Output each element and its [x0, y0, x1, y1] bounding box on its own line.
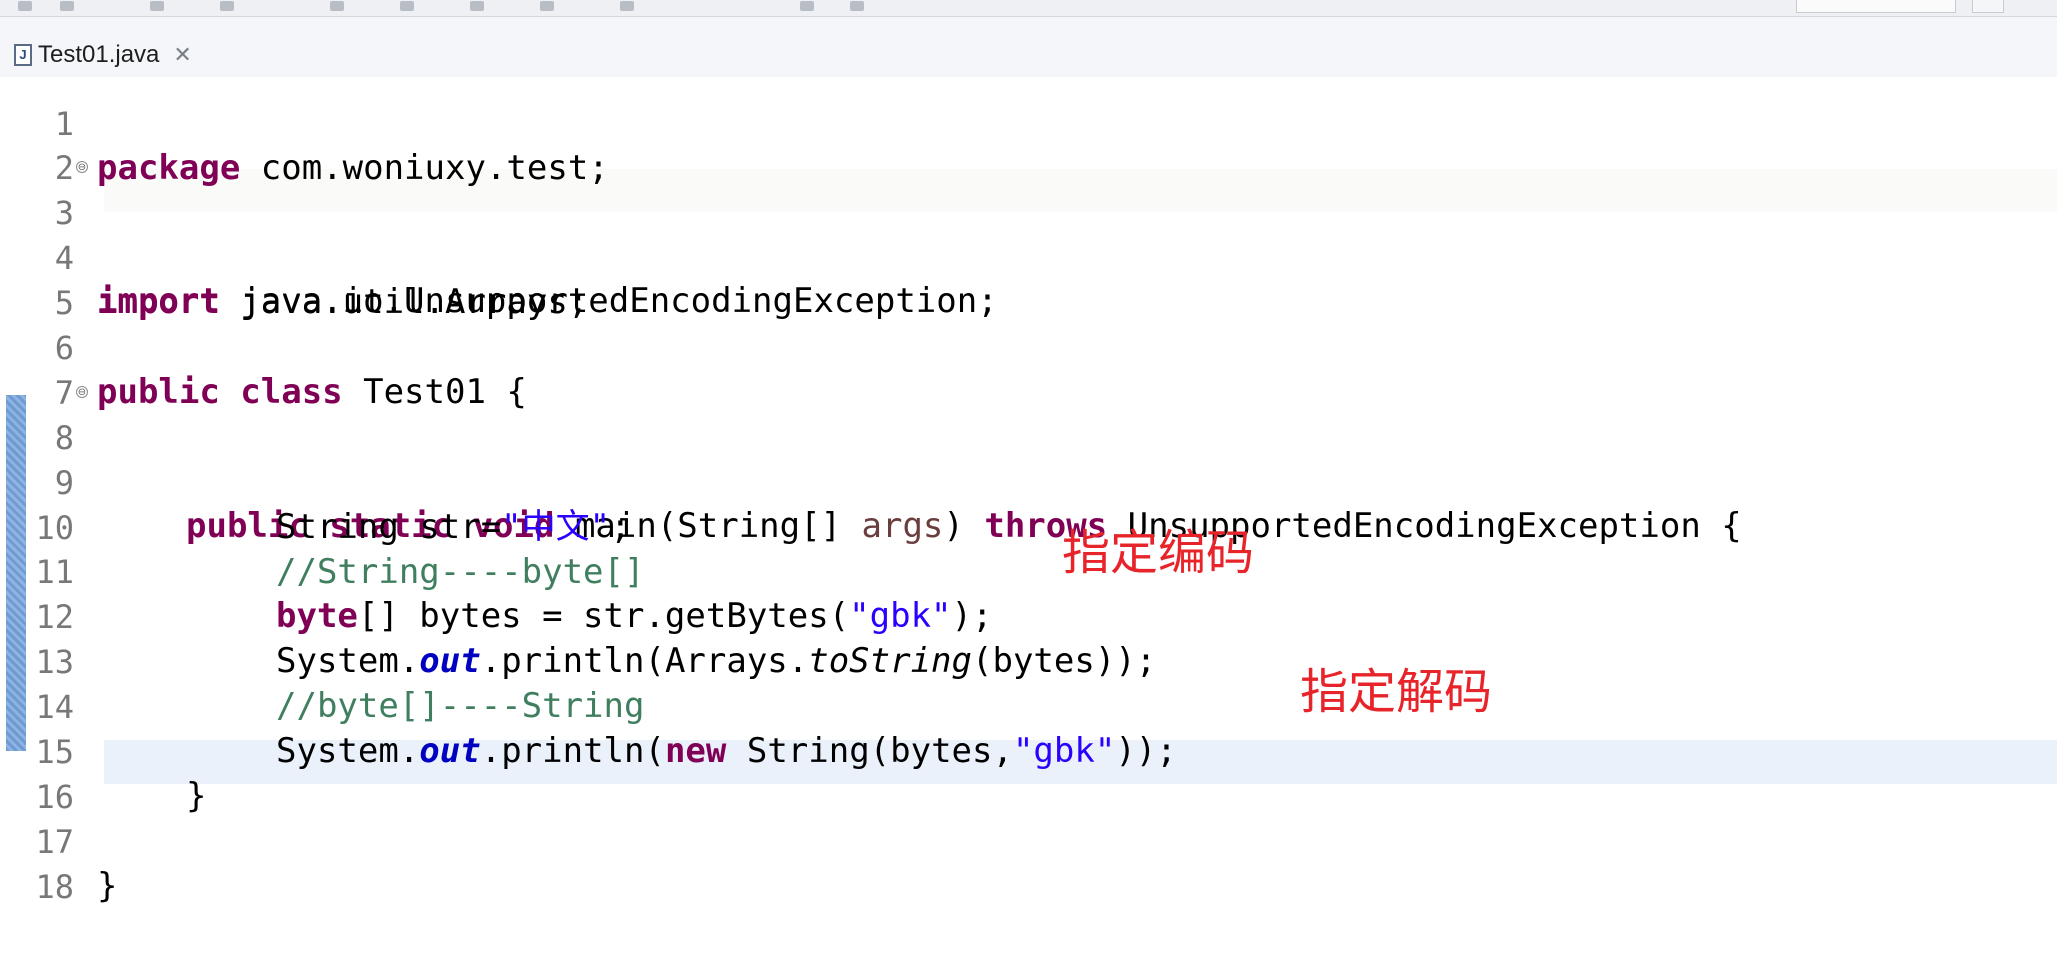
code-text: }	[97, 865, 118, 906]
toolbar-icon[interactable]	[540, 1, 554, 11]
code-line-10[interactable]: 10 //String----byte[]	[0, 462, 2057, 592]
code-line-9[interactable]: 9 String str="中文";	[0, 417, 2057, 547]
annotation-decode: 指定解码	[1300, 664, 1493, 720]
code-line-6[interactable]: 6 public class Test01 {	[0, 282, 2057, 412]
annotation-encode: 指定编码	[1062, 525, 1255, 581]
perspective-button[interactable]	[1972, 0, 2004, 13]
main-toolbar	[0, 0, 2057, 17]
code-line-18[interactable]: 18	[0, 821, 2057, 906]
code-line-8[interactable]: 8 ⊖ public static void main(String[] arg…	[0, 372, 2057, 546]
toolbar-icon[interactable]	[150, 1, 164, 11]
code-line-1[interactable]: 1 package com.woniuxy.test;	[0, 58, 2057, 188]
toolbar-icon[interactable]	[850, 1, 864, 11]
code-line-12[interactable]: 12 System.out.println(Arrays.toString(by…	[0, 551, 2057, 681]
code-line-15[interactable]: 15 }	[0, 686, 2057, 816]
code-line-17[interactable]: 17 }	[0, 776, 2057, 906]
toolbar-icon[interactable]	[60, 1, 74, 11]
toolbar-icon[interactable]	[470, 1, 484, 11]
code-line-7[interactable]: 7	[0, 327, 2057, 412]
fold-toggle-icon[interactable]: ⊖	[76, 161, 88, 174]
toolbar-icon[interactable]	[800, 1, 814, 11]
toolbar-icon[interactable]	[18, 1, 32, 11]
toolbar-icon[interactable]	[620, 1, 634, 11]
code-editor[interactable]: 1 package com.woniuxy.test; 2 3 ⊖ import…	[0, 77, 2057, 978]
line-number: 18	[35, 867, 74, 906]
code-line-13[interactable]: 13 //byte[]----String	[0, 596, 2057, 726]
code-line-2[interactable]: 2	[0, 102, 2057, 187]
toolbar-icon[interactable]	[330, 1, 344, 11]
code-line-11[interactable]: 11 byte[] bytes = str.getBytes("gbk");	[0, 506, 2057, 636]
code-line-14[interactable]: 14 System.out.println(new String(bytes,"…	[0, 641, 2057, 771]
fold-toggle-icon[interactable]: ⊖	[76, 385, 88, 398]
code-line-16[interactable]: 16	[0, 731, 2057, 816]
toolbar-icon[interactable]	[220, 1, 234, 11]
toolbar-icon[interactable]	[400, 1, 414, 11]
code-line-3[interactable]: 3 ⊖ import java.io.UnsupportedEncodingEx…	[0, 147, 2057, 321]
code-line-5[interactable]: 5	[0, 237, 2057, 322]
quick-access-input[interactable]	[1796, 0, 1956, 13]
code-line-4[interactable]: 4 import java.util.Arrays;	[0, 192, 2057, 322]
